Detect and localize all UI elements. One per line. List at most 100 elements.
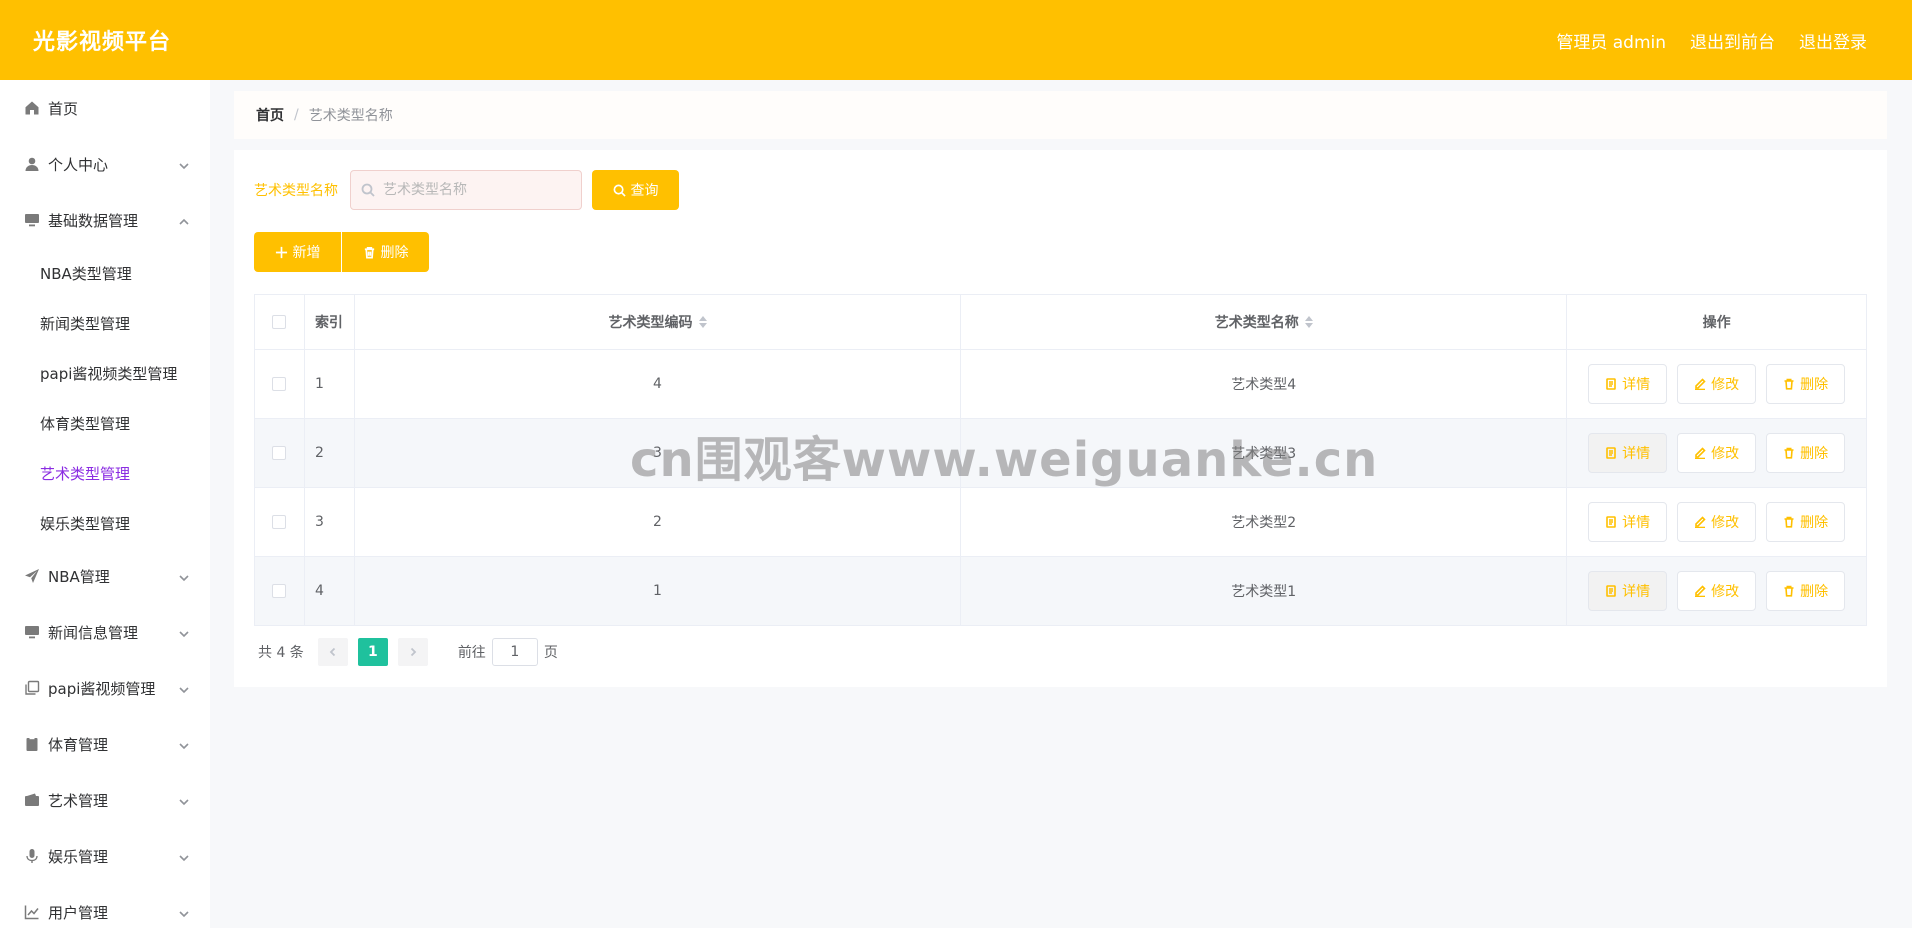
detail-button-label: 详情	[1622, 584, 1651, 600]
bulk-delete-button[interactable]: 删除	[342, 232, 429, 272]
sidebar: 首页 个人中心 基础数据管理 NBA类型管理 新闻类型管理 papi酱视频类型管…	[0, 80, 210, 928]
send-icon	[24, 568, 40, 584]
cell-ops: 详情 修改 删除	[1567, 488, 1866, 556]
row-checkbox[interactable]	[272, 377, 287, 391]
cell-index: 3	[305, 488, 355, 556]
detail-button[interactable]: 详情	[1588, 571, 1668, 611]
sidebar-item-users[interactable]: 用户管理	[0, 884, 210, 928]
detail-button[interactable]: 详情	[1588, 433, 1668, 473]
sidebar-subitem-art-type[interactable]: 艺术类型管理	[0, 448, 210, 498]
action-bar: 新增 删除	[254, 232, 429, 272]
sidebar-item-art[interactable]: 艺术管理	[0, 772, 210, 828]
add-button-label: 新增	[292, 245, 321, 261]
sort-icon[interactable]	[1304, 316, 1313, 328]
sidebar-item-basic-data[interactable]: 基础数据管理	[0, 192, 210, 248]
header-code-cell[interactable]: 艺术类型编码	[355, 295, 962, 349]
sort-icon[interactable]	[698, 316, 707, 328]
table-row: 2 3 艺术类型3 详情 修改 删除	[255, 419, 1866, 488]
detail-button-label: 详情	[1622, 515, 1651, 531]
logout-link[interactable]: 退出登录	[1799, 28, 1867, 53]
page-number-button[interactable]: 1	[357, 638, 388, 666]
search-button-label: 查询	[630, 183, 659, 199]
search-input-wrapper[interactable]	[350, 170, 582, 210]
detail-button[interactable]: 详情	[1588, 502, 1668, 542]
cell-name: 艺术类型2	[961, 488, 1568, 556]
sidebar-item-papi[interactable]: papi酱视频管理	[0, 660, 210, 716]
sidebar-item-sports[interactable]: 体育管理	[0, 716, 210, 772]
search-form: 艺术类型名称 查询	[254, 170, 679, 210]
chevron-down-icon	[178, 158, 190, 170]
chevron-down-icon	[178, 570, 190, 582]
cell-code: 1	[355, 557, 962, 625]
bulk-delete-button-label: 删除	[380, 245, 409, 261]
edit-button-label: 修改	[1711, 446, 1740, 462]
prev-page-button[interactable]	[317, 638, 348, 666]
edit-button[interactable]: 修改	[1677, 502, 1757, 542]
pagination-total: 共 4 条	[258, 645, 304, 661]
trash-icon	[1784, 378, 1794, 390]
cell-name: 艺术类型4	[961, 350, 1568, 418]
delete-button[interactable]: 删除	[1766, 364, 1846, 404]
sidebar-subitem-nba-type[interactable]: NBA类型管理	[0, 248, 210, 298]
sidebar-subitem-news-type[interactable]: 新闻类型管理	[0, 298, 210, 348]
edit-button-label: 修改	[1711, 584, 1740, 600]
sidebar-item-label: 首页	[48, 99, 79, 118]
breadcrumb: 首页 / 艺术类型名称	[234, 91, 1887, 139]
header-name-cell[interactable]: 艺术类型名称	[961, 295, 1568, 349]
add-button[interactable]: 新增	[254, 232, 341, 272]
sidebar-item-nba[interactable]: NBA管理	[0, 548, 210, 604]
chevron-down-icon	[178, 738, 190, 750]
row-checkbox[interactable]	[272, 446, 287, 460]
row-checkbox[interactable]	[272, 515, 287, 529]
header-ops: 操作	[1702, 315, 1731, 331]
sidebar-subitem-sports-type[interactable]: 体育类型管理	[0, 398, 210, 448]
table-row: 4 1 艺术类型1 详情 修改 删除	[255, 557, 1866, 626]
row-check-cell	[255, 488, 305, 556]
sidebar-item-entertainment[interactable]: 娱乐管理	[0, 828, 210, 884]
exit-to-front-link[interactable]: 退出到前台	[1690, 28, 1775, 53]
delete-button[interactable]: 删除	[1766, 502, 1846, 542]
edit-button[interactable]: 修改	[1677, 364, 1757, 404]
sidebar-item-news[interactable]: 新闻信息管理	[0, 604, 210, 660]
trash-icon	[1784, 447, 1794, 459]
delete-button[interactable]: 删除	[1766, 571, 1846, 611]
cell-ops: 详情 修改 删除	[1567, 557, 1866, 625]
search-input[interactable]	[383, 182, 573, 198]
search-label: 艺术类型名称	[254, 183, 338, 199]
plus-icon	[275, 246, 287, 258]
next-page-button[interactable]	[397, 638, 428, 666]
admin-label[interactable]: 管理员 admin	[1556, 28, 1666, 53]
header-name: 艺术类型名称	[1214, 315, 1299, 331]
edit-button[interactable]: 修改	[1677, 433, 1757, 473]
sidebar-item-label: NBA管理	[48, 567, 110, 586]
delete-button-label: 删除	[1800, 446, 1829, 462]
chevron-left-icon	[329, 647, 335, 657]
chevron-down-icon	[178, 626, 190, 638]
sidebar-item-home[interactable]: 首页	[0, 80, 210, 136]
row-check-cell	[255, 557, 305, 625]
select-all-checkbox[interactable]	[272, 315, 287, 329]
sidebar-subitem-papi-type[interactable]: papi酱视频类型管理	[0, 348, 210, 398]
chevron-right-icon	[410, 647, 417, 657]
cell-code: 3	[355, 419, 962, 487]
delete-button-label: 删除	[1800, 584, 1829, 600]
detail-button[interactable]: 详情	[1588, 364, 1668, 404]
home-icon	[24, 100, 40, 116]
goto-page-input[interactable]	[491, 638, 538, 666]
search-icon	[361, 183, 375, 197]
row-checkbox[interactable]	[272, 584, 287, 598]
delete-button-label: 删除	[1800, 377, 1829, 393]
delete-button[interactable]: 删除	[1766, 433, 1846, 473]
search-button[interactable]: 查询	[592, 170, 679, 210]
edit-button[interactable]: 修改	[1677, 571, 1757, 611]
header-code: 艺术类型编码	[608, 315, 693, 331]
breadcrumb-home[interactable]: 首页	[256, 105, 284, 125]
sidebar-item-personal-center[interactable]: 个人中心	[0, 136, 210, 192]
row-check-cell	[255, 419, 305, 487]
chevron-down-icon	[178, 682, 190, 694]
header-check-cell	[255, 295, 305, 349]
cell-index: 4	[305, 557, 355, 625]
edit-button-label: 修改	[1711, 377, 1740, 393]
cell-code: 4	[355, 350, 962, 418]
sidebar-subitem-entertainment-type[interactable]: 娱乐类型管理	[0, 498, 210, 548]
